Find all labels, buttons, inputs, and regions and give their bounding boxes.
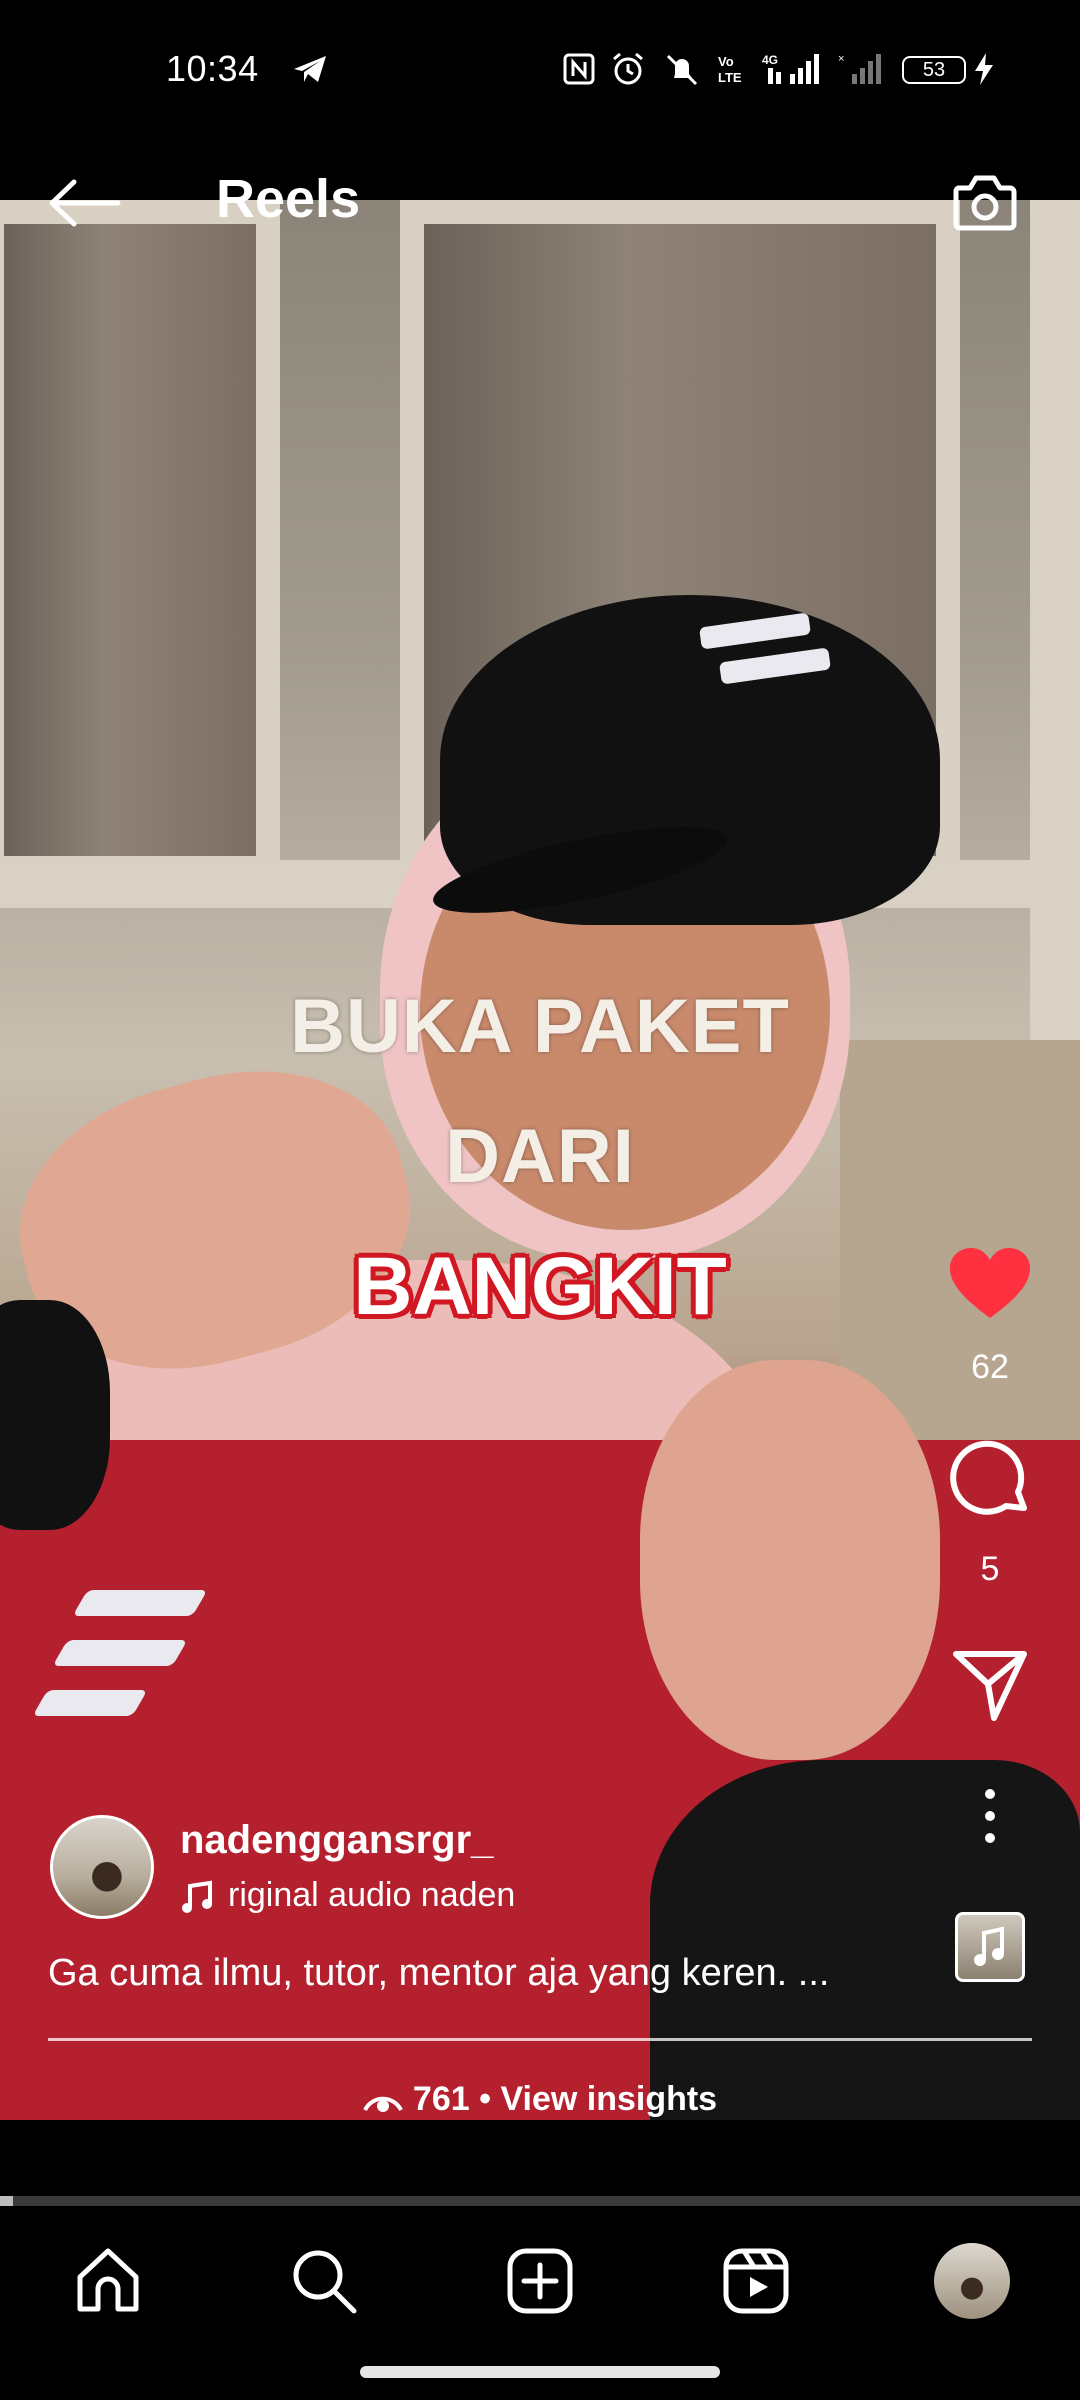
status-time: 10:34 xyxy=(166,48,259,89)
view-count: 761 xyxy=(412,2080,470,2118)
battery-indicator: 53 xyxy=(902,56,966,84)
like-count[interactable]: 62 xyxy=(940,1348,1040,1387)
audio-label[interactable]: riginal audio naden xyxy=(228,1876,580,1915)
alarm-icon xyxy=(613,52,643,85)
sleeve xyxy=(0,1300,110,1530)
more-vertical-icon[interactable] xyxy=(940,1788,1040,1844)
camera-icon[interactable] xyxy=(950,170,1020,236)
insights-label: • View insights xyxy=(479,2080,718,2118)
home-indicator[interactable] xyxy=(360,2366,720,2378)
signal-icon-sim2: × xyxy=(838,53,881,84)
network-type: 4G xyxy=(762,53,778,67)
svg-text:×: × xyxy=(838,53,844,65)
heart-icon[interactable] xyxy=(940,1240,1040,1324)
svg-text:Vo: Vo xyxy=(718,54,734,69)
mute-icon xyxy=(666,54,698,86)
nfc-icon xyxy=(563,53,595,85)
post-caption[interactable]: Ga cuma ilmu, tutor, mentor aja yang ker… xyxy=(48,1952,928,1995)
overlay-text-line2: DARI xyxy=(445,1114,635,1199)
page-title: Reels xyxy=(216,169,361,229)
eye-icon xyxy=(363,2096,403,2112)
hand-right xyxy=(640,1360,940,1760)
video-progress-fill xyxy=(0,2196,13,2206)
shirt-logo xyxy=(52,1640,188,1666)
comment-count[interactable]: 5 xyxy=(940,1550,1040,1589)
view-insights-link[interactable]: 761 • View insights xyxy=(0,2080,1080,2119)
shirt-logo xyxy=(72,1590,208,1616)
screen: BUKA PAKET DARI BANGKIT 10:34 Vo LTE 4G … xyxy=(0,0,1080,2400)
charging-icon xyxy=(975,53,993,85)
profile-avatar[interactable] xyxy=(934,2243,1010,2319)
avatar[interactable] xyxy=(50,1815,154,1919)
overlay-text-line3: BANGKIT xyxy=(353,1241,727,1332)
music-note-icon xyxy=(182,1880,212,1913)
search-icon[interactable] xyxy=(288,2245,360,2317)
comment-icon[interactable] xyxy=(940,1440,1040,1524)
home-icon[interactable] xyxy=(72,2245,144,2317)
window-left xyxy=(0,200,280,880)
plus-square-icon[interactable] xyxy=(504,2245,576,2317)
username[interactable]: nadenggansrgr_ xyxy=(180,1818,493,1863)
shirt-logo xyxy=(32,1690,148,1716)
svg-text:LTE: LTE xyxy=(718,70,742,85)
audio-thumbnail[interactable] xyxy=(955,1912,1025,1982)
back-arrow-icon[interactable] xyxy=(46,178,122,228)
top-bar xyxy=(0,118,1080,200)
telegram-icon xyxy=(294,56,326,82)
video-progress-track[interactable] xyxy=(0,2196,1080,2206)
reels-icon[interactable] xyxy=(720,2245,792,2317)
volte-icon: Vo LTE xyxy=(718,54,742,85)
overlay-text-line1: BUKA PAKET xyxy=(290,984,790,1069)
divider xyxy=(48,2038,1032,2041)
music-note-icon xyxy=(974,1926,1004,1966)
signal-icon-sim1: 4G xyxy=(762,53,819,84)
send-icon[interactable] xyxy=(940,1648,1040,1722)
